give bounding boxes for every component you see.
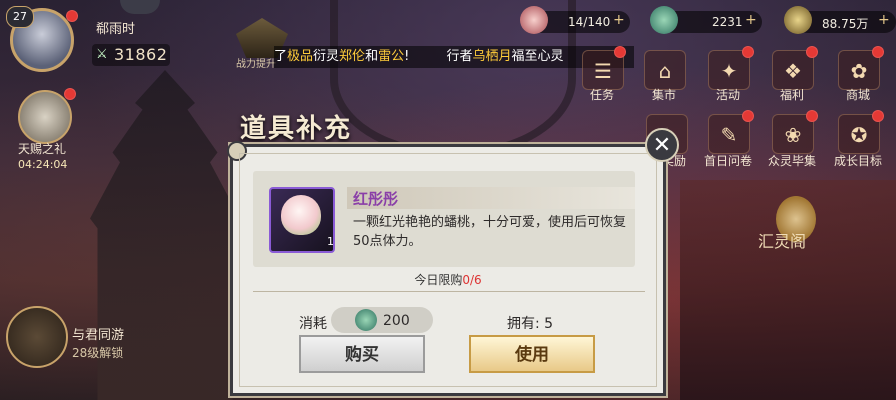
heaven-gift-icon[interactable] <box>18 90 72 144</box>
currency-jade-value: 2231 <box>712 15 743 29</box>
spirit-pavilion-label[interactable]: 汇灵阁 <box>758 228 806 252</box>
close-button[interactable]: ✕ <box>645 128 679 162</box>
travel-together-label: 与君同游 <box>72 328 125 343</box>
peach-icon <box>520 6 548 34</box>
item-quantity: 1 <box>327 235 334 248</box>
travel-together-lock: 28级解锁 <box>72 346 124 360</box>
menu-mall[interactable]: 商城 <box>828 86 888 103</box>
cost-pill <box>331 307 433 333</box>
currency-peach-value: 14/140 <box>568 15 611 29</box>
spirits-gather-red-dot <box>806 110 818 122</box>
currency-coin-value: 88.75万 <box>822 17 869 31</box>
currency-coin-plus-button[interactable]: + <box>878 12 890 28</box>
welfare-red-dot <box>806 46 818 58</box>
use-button[interactable]: 使用 <box>469 335 595 373</box>
menu-task[interactable]: 任务 <box>572 86 632 103</box>
power-hint-label[interactable]: 战力提升 <box>236 55 276 70</box>
activity-red-dot <box>742 46 754 58</box>
market-icon[interactable]: ⌂ <box>644 50 686 90</box>
item-name: 红彤彤 <box>353 190 399 208</box>
peach-icon <box>281 195 321 235</box>
travel-together-icon[interactable] <box>6 306 68 368</box>
currency-peach-plus-button[interactable]: + <box>613 12 625 28</box>
jade-icon <box>355 309 377 331</box>
dialog-divider <box>253 291 645 292</box>
cost-label: 消耗 <box>299 316 327 332</box>
top-orb-icon[interactable] <box>120 0 160 14</box>
avatar-red-dot <box>66 10 78 22</box>
daily-limit: 今日限购0/6 <box>414 273 482 287</box>
jade-icon <box>650 6 678 34</box>
growth-goal-red-dot <box>872 110 884 122</box>
power-icon: ⚔ <box>96 47 108 62</box>
menu-growth-goal[interactable]: 成长目标 <box>828 152 888 169</box>
player-name: 郗雨时 <box>96 22 136 37</box>
heaven-gift-timer: 04:24:04 <box>18 158 68 171</box>
cost-value: 200 <box>383 313 410 329</box>
menu-spirits-gather[interactable]: 众灵毕集 <box>762 152 822 169</box>
survey-red-dot <box>742 110 754 122</box>
menu-activity[interactable]: 活动 <box>698 86 758 103</box>
item-refill-dialog: 1 红彤彤 一颗红光艳艳的蟠桃，十分可爱，使用后可恢复50点体力。 今日限购0/… <box>227 141 668 398</box>
announcement-marquee: 了极品衍灵郑伦和雷公! 行者乌栖月福至心灵 <box>274 46 634 68</box>
menu-welfare[interactable]: 福利 <box>762 86 822 103</box>
menu-market[interactable]: 集市 <box>634 86 694 103</box>
power-value: 31862 <box>114 45 168 64</box>
player-level: 27 <box>6 6 34 28</box>
buy-button[interactable]: 购买 <box>299 335 425 373</box>
dialog-title: 道具补充 <box>240 114 353 144</box>
heaven-gift-label: 天赐之礼 <box>18 142 67 156</box>
owned-count: 拥有: 5 <box>507 316 554 332</box>
menu-survey[interactable]: 首日问卷 <box>698 152 758 169</box>
task-red-dot <box>614 46 626 58</box>
item-description: 一颗红光艳艳的蟠桃，十分可爱，使用后可恢复50点体力。 <box>353 215 627 249</box>
heaven-gift-red-dot <box>64 88 76 100</box>
coin-icon <box>784 6 812 34</box>
mall-red-dot <box>872 46 884 58</box>
currency-jade-plus-button[interactable]: + <box>745 12 757 28</box>
